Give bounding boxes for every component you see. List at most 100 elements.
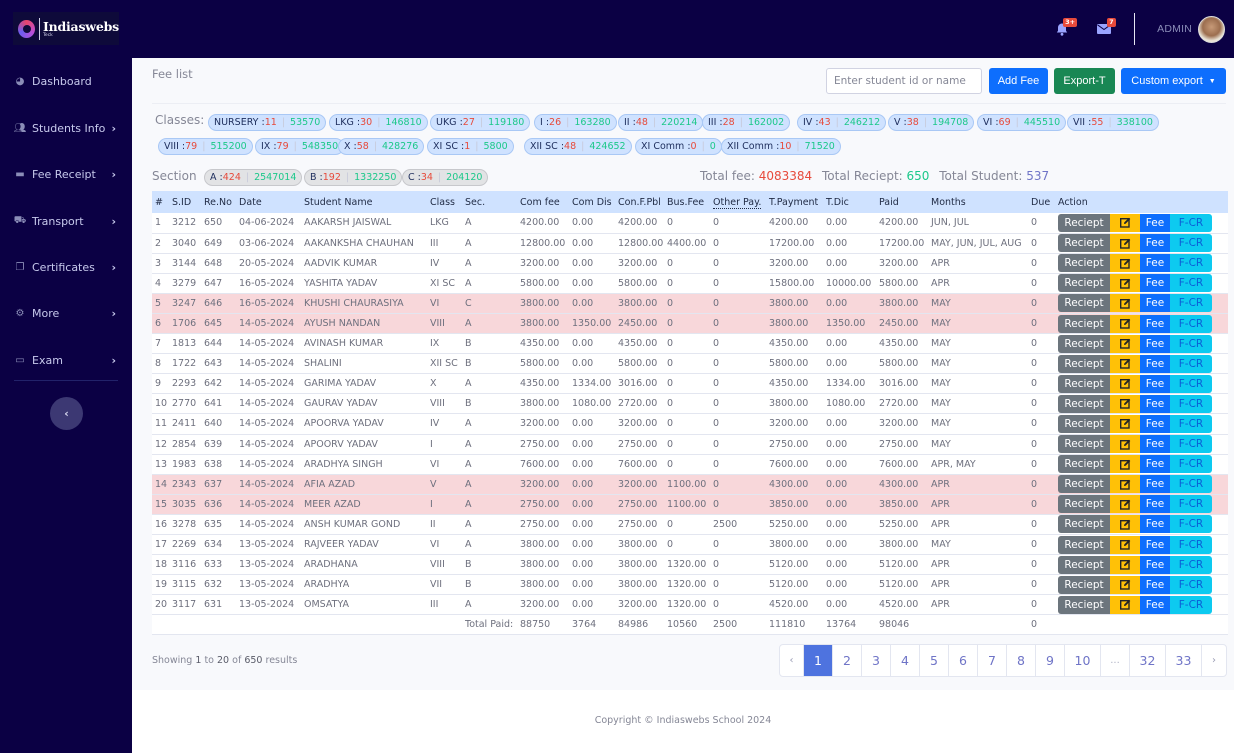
- col-section[interactable]: Sec.: [462, 191, 517, 213]
- brand-logo[interactable]: Indiaswebs Teck: [13, 12, 119, 45]
- fee-credit-button[interactable]: F-CR: [1170, 374, 1212, 393]
- pagination-page-3[interactable]: 3: [862, 645, 891, 676]
- fee-credit-button[interactable]: F-CR: [1170, 274, 1212, 293]
- receipt-button[interactable]: Reciept: [1058, 495, 1110, 514]
- fee-credit-button[interactable]: F-CR: [1170, 314, 1212, 333]
- class-summary-pill[interactable]: I :26 | 163280: [534, 114, 617, 131]
- class-summary-pill[interactable]: IX :79 | 548350: [255, 138, 345, 155]
- col-bus-fee[interactable]: Bus.Fee: [664, 191, 710, 213]
- edit-button[interactable]: [1110, 495, 1140, 514]
- fee-credit-button[interactable]: F-CR: [1170, 515, 1212, 534]
- col-due[interactable]: Due: [1028, 191, 1055, 213]
- edit-button[interactable]: [1110, 254, 1140, 273]
- col-paid[interactable]: Paid: [876, 191, 928, 213]
- receipt-button[interactable]: Reciept: [1058, 575, 1110, 594]
- receipt-button[interactable]: Reciept: [1058, 435, 1110, 454]
- col-com-dis[interactable]: Com Dis: [569, 191, 615, 213]
- class-summary-pill[interactable]: II :48 | 220214: [618, 114, 704, 131]
- fee-credit-button[interactable]: F-CR: [1170, 254, 1212, 273]
- pagination-prev-button[interactable]: ‹: [780, 645, 804, 676]
- col-months[interactable]: Months: [928, 191, 1028, 213]
- col-student-name[interactable]: Student Name: [301, 191, 427, 213]
- edit-button[interactable]: [1110, 213, 1140, 232]
- edit-button[interactable]: [1110, 515, 1140, 534]
- fee-credit-button[interactable]: F-CR: [1170, 475, 1212, 494]
- class-summary-pill[interactable]: XI SC :1 | 5800: [427, 138, 514, 155]
- fee-credit-button[interactable]: F-CR: [1170, 575, 1212, 594]
- class-summary-pill[interactable]: V :38 | 194708: [888, 114, 975, 131]
- receipt-button[interactable]: Reciept: [1058, 314, 1110, 333]
- fee-button[interactable]: Fee: [1140, 575, 1170, 594]
- class-summary-pill[interactable]: VIII :79 | 515200: [158, 138, 253, 155]
- pagination-page-4[interactable]: 4: [891, 645, 920, 676]
- user-name[interactable]: ADMIN: [1157, 23, 1192, 35]
- fee-button[interactable]: Fee: [1140, 254, 1170, 273]
- receipt-button[interactable]: Reciept: [1058, 595, 1110, 614]
- fee-button[interactable]: Fee: [1140, 455, 1170, 474]
- class-summary-pill[interactable]: XII Comm :10 | 71520: [721, 138, 841, 155]
- col-con-f-pbl[interactable]: Con.F.Pbl: [615, 191, 664, 213]
- receipt-button[interactable]: Reciept: [1058, 213, 1110, 232]
- section-summary-pill[interactable]: C :34 | 204120: [402, 169, 489, 186]
- class-summary-pill[interactable]: IV :43 | 246212: [797, 114, 887, 131]
- receipt-button[interactable]: Reciept: [1058, 475, 1110, 494]
- export-t-button[interactable]: Export-T: [1054, 68, 1115, 94]
- pagination-page-7[interactable]: 7: [978, 645, 1007, 676]
- edit-button[interactable]: [1110, 274, 1140, 293]
- alerts-button[interactable]: 3+: [1052, 18, 1078, 39]
- fee-credit-button[interactable]: F-CR: [1170, 455, 1212, 474]
- receipt-button[interactable]: Reciept: [1058, 254, 1110, 273]
- fee-credit-button[interactable]: F-CR: [1170, 495, 1212, 514]
- sidebar-item-dashboard[interactable]: ◕ Dashboard: [0, 71, 132, 91]
- edit-button[interactable]: [1110, 414, 1140, 433]
- class-summary-pill[interactable]: VI :69 | 445510: [977, 114, 1067, 131]
- sidebar-item-certificates[interactable]: ❐ Certificates ›: [0, 257, 132, 277]
- class-summary-pill[interactable]: III :28 | 162002: [702, 114, 791, 131]
- col-class[interactable]: Class: [427, 191, 462, 213]
- col-reno[interactable]: Re.No: [201, 191, 236, 213]
- receipt-button[interactable]: Reciept: [1058, 455, 1110, 474]
- edit-button[interactable]: [1110, 394, 1140, 413]
- add-fee-button[interactable]: Add Fee: [989, 68, 1048, 94]
- section-summary-pill[interactable]: A :424 | 2547014: [204, 169, 303, 186]
- receipt-button[interactable]: Reciept: [1058, 374, 1110, 393]
- sidebar-item-fee-receipt[interactable]: ▬ Fee Receipt ›: [0, 164, 132, 184]
- receipt-button[interactable]: Reciept: [1058, 354, 1110, 373]
- section-summary-pill[interactable]: B :192 | 1332250: [304, 169, 403, 186]
- edit-button[interactable]: [1110, 294, 1140, 313]
- pagination-page-6[interactable]: 6: [949, 645, 978, 676]
- receipt-button[interactable]: Reciept: [1058, 535, 1110, 554]
- class-summary-pill[interactable]: NURSERY :11 | 53570: [208, 114, 327, 131]
- fee-button[interactable]: Fee: [1140, 334, 1170, 353]
- fee-credit-button[interactable]: F-CR: [1170, 213, 1212, 232]
- col-sid[interactable]: S.ID: [169, 191, 201, 213]
- class-summary-pill[interactable]: VII :55 | 338100: [1067, 114, 1159, 131]
- fee-button[interactable]: Fee: [1140, 515, 1170, 534]
- pagination-page-10[interactable]: 10: [1065, 645, 1101, 676]
- pagination-page-2[interactable]: 2: [833, 645, 862, 676]
- receipt-button[interactable]: Reciept: [1058, 334, 1110, 353]
- fee-button[interactable]: Fee: [1140, 595, 1170, 614]
- edit-button[interactable]: [1110, 334, 1140, 353]
- fee-credit-button[interactable]: F-CR: [1170, 234, 1212, 253]
- custom-export-dropdown[interactable]: Custom export ▼: [1121, 68, 1226, 94]
- col-com-fee[interactable]: Com fee: [517, 191, 569, 213]
- pagination-page-1[interactable]: 1: [804, 645, 833, 676]
- receipt-button[interactable]: Reciept: [1058, 234, 1110, 253]
- fee-button[interactable]: Fee: [1140, 354, 1170, 373]
- edit-button[interactable]: [1110, 435, 1140, 454]
- fee-button[interactable]: Fee: [1140, 495, 1170, 514]
- col-index[interactable]: #: [152, 191, 169, 213]
- fee-button[interactable]: Fee: [1140, 234, 1170, 253]
- edit-button[interactable]: [1110, 595, 1140, 614]
- pagination-page-9[interactable]: 9: [1036, 645, 1065, 676]
- fee-button[interactable]: Fee: [1140, 535, 1170, 554]
- sidebar-item-transport[interactable]: ⛟ Transport ›: [0, 211, 132, 231]
- fee-credit-button[interactable]: F-CR: [1170, 535, 1212, 554]
- receipt-button[interactable]: Reciept: [1058, 274, 1110, 293]
- col-date[interactable]: Date: [236, 191, 301, 213]
- col-t-payment[interactable]: T.Payment: [766, 191, 823, 213]
- fee-button[interactable]: Fee: [1140, 213, 1170, 232]
- receipt-button[interactable]: Reciept: [1058, 294, 1110, 313]
- edit-button[interactable]: [1110, 314, 1140, 333]
